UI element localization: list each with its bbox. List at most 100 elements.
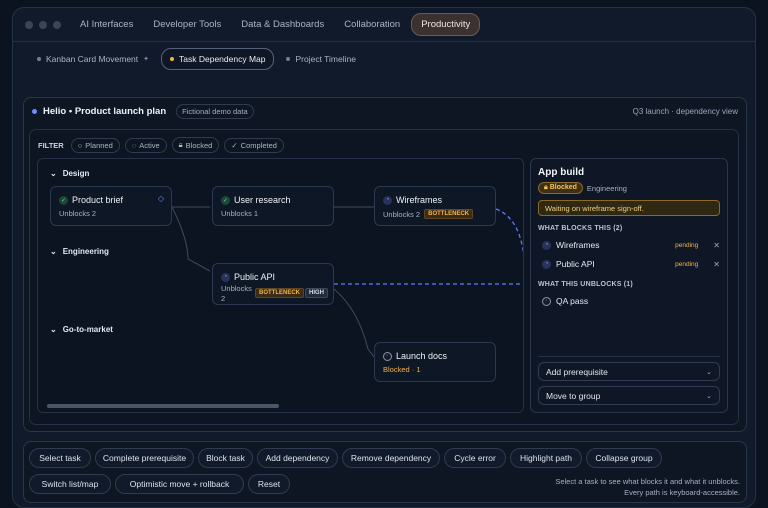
task-title: User research: [234, 195, 291, 205]
lock-icon: 🔒︎: [544, 184, 548, 191]
horizontal-scrollbar[interactable]: [47, 404, 279, 408]
select-task-button[interactable]: Select task: [29, 448, 91, 468]
subtab-label: Project Timeline: [295, 54, 356, 64]
action-bar: Select task Complete prerequisite Block …: [23, 441, 747, 503]
task-title: Product brief: [72, 195, 124, 205]
chevron-down-icon: ⌄: [706, 368, 712, 376]
pending-icon: ◦: [383, 351, 392, 361]
blocker-state: pending: [675, 260, 699, 268]
blocker-name: Public API: [556, 259, 595, 269]
complete-prerequisite-button[interactable]: Complete prerequisite: [95, 448, 194, 468]
tab-ai-interfaces[interactable]: AI Interfaces: [71, 14, 142, 35]
task-card-user-research[interactable]: ✓ User research Unblocks 1: [212, 186, 334, 226]
dot-icon: [37, 57, 41, 61]
filter-chip-label: Active: [139, 140, 160, 150]
check-icon: ✓: [59, 195, 68, 205]
task-unblocks: Unblocks 2: [383, 209, 421, 219]
edge-api-docs: [333, 288, 375, 358]
filter-planned[interactable]: ○ Planned: [70, 137, 120, 153]
move-to-group-select[interactable]: Move to group ⌄: [538, 386, 720, 405]
optimistic-move-button[interactable]: Optimistic move + rollback: [115, 474, 244, 494]
group-design[interactable]: ⌄ Design: [50, 169, 89, 178]
blocker-item[interactable]: ◔ Public API pending ✕: [542, 259, 720, 269]
add-prerequisite-select[interactable]: Add prerequisite ⌄: [538, 362, 720, 381]
sparkle-icon: ✦: [143, 56, 150, 63]
hint-line: Select a task to see what blocks it and …: [555, 477, 740, 486]
add-dependency-button[interactable]: Add dependency: [257, 448, 338, 468]
subtab-kanban[interactable]: Kanban Card Movement ✦: [29, 49, 157, 69]
blocked-note: Waiting on wireframe sign-off.: [538, 200, 720, 216]
chevron-down-icon: ⌄: [706, 392, 712, 400]
hint-line: Every path is keyboard-accessible.: [624, 488, 740, 497]
task-detail-panel: App build 🔒︎ Blocked Engineering Waiting…: [530, 158, 728, 413]
unblocks-label: Unblocks: [221, 284, 252, 293]
chevron-down-icon: ⌄: [50, 169, 57, 178]
filter-bar: FILTER ○ Planned ◌ Active 🔒︎ Blocked ✓ Compl…: [38, 137, 284, 153]
unblocks-item[interactable]: ◦ QA pass: [542, 296, 720, 306]
help-text: Select a task to see what blocks it and …: [555, 476, 740, 498]
task-card-public-api[interactable]: ◔ Public API Unblocks 2 BOTTLENECK HIGH: [212, 263, 334, 305]
edge-brief-api: [171, 206, 211, 272]
status-badge: 🔒︎ Blocked: [538, 182, 583, 194]
status-label: Blocked: [549, 184, 577, 191]
task-unblocks: Unblocks 2: [221, 284, 252, 304]
diamond-icon: ◇: [157, 194, 164, 203]
filter-active[interactable]: ◌ Active: [124, 137, 167, 153]
cycle-error-button[interactable]: Cycle error: [444, 448, 506, 468]
group-go-to-market[interactable]: ⌄ Go-to-market: [50, 325, 113, 334]
check-icon: ✓: [221, 195, 230, 205]
edge-wireframes-appbuild: [495, 208, 523, 255]
tab-developer-tools[interactable]: Developer Tools: [144, 14, 230, 35]
close-icon[interactable]: ✕: [713, 260, 720, 269]
blocker-item[interactable]: ◔ Wireframes pending ✕: [542, 240, 720, 250]
switch-list-map-button[interactable]: Switch list/map: [29, 474, 111, 494]
unblocks-name: QA pass: [556, 296, 589, 306]
close-icon[interactable]: ✕: [713, 241, 720, 250]
task-card-product-brief[interactable]: ✓ Product brief Unblocks 2 ◇: [50, 186, 172, 226]
chevron-down-icon: ⌄: [50, 325, 57, 334]
subtab-label: Kanban Card Movement: [46, 54, 139, 64]
panel-title: Helio • Product launch plan Fictional de…: [32, 104, 254, 119]
detail-status-row: 🔒︎ Blocked Engineering: [538, 182, 627, 194]
group-label: Design: [62, 169, 90, 178]
task-title: Public API: [234, 272, 276, 282]
collapse-group-button[interactable]: Collapse group: [586, 448, 662, 468]
filter-completed[interactable]: ✓ Completed: [224, 137, 284, 153]
dependency-canvas[interactable]: ⌄ Design ⌄ Engineering ⌄ Go-to-market ✓ Prod…: [37, 158, 524, 413]
progress-icon: ◔: [542, 259, 551, 269]
filter-chip-label: Planned: [85, 140, 113, 150]
priority-badge: HIGH: [305, 288, 328, 298]
filter-chip-label: Blocked: [185, 140, 213, 150]
subtab-project-timeline[interactable]: Project Timeline: [278, 49, 363, 69]
highlight-path-button[interactable]: Highlight path: [510, 448, 582, 468]
project-name: Helio • Product launch plan: [43, 106, 167, 117]
dot-icon: [286, 57, 291, 61]
remove-dependency-button[interactable]: Remove dependency: [342, 448, 440, 468]
top-nav: AI Interfaces Developer Tools Data & Das…: [13, 8, 755, 42]
select-label: Add prerequisite: [546, 366, 608, 377]
progress-icon: ◔: [221, 272, 230, 282]
task-title: Wireframes: [396, 195, 443, 205]
block-task-button[interactable]: Block task: [198, 448, 253, 468]
view-label: Q3 launch · dependency view: [632, 107, 738, 116]
tab-data-dashboards[interactable]: Data & Dashboards: [232, 14, 333, 35]
task-unblocks: Unblocks 2: [59, 209, 97, 218]
circle-icon: ○: [77, 140, 83, 150]
filter-blocked[interactable]: 🔒︎ Blocked: [171, 137, 220, 153]
subtab-dependency-map[interactable]: Task Dependency Map: [161, 48, 275, 70]
group-label: Go-to-market: [62, 325, 113, 334]
task-unblocks: Unblocks 1: [221, 209, 259, 218]
divider: [538, 356, 720, 357]
filter-chip-label: Completed: [240, 140, 277, 150]
unblocks-heading: WHAT THIS UNBLOCKS (1): [538, 281, 633, 288]
unblocks-count: 2: [221, 294, 226, 303]
blockers-heading: WHAT BLOCKS THIS (2): [538, 225, 623, 232]
reset-button[interactable]: Reset: [248, 474, 290, 494]
filter-label: FILTER: [38, 140, 64, 150]
task-card-wireframes[interactable]: ◔ Wireframes Unblocks 2 BOTTLENECK: [374, 186, 496, 226]
task-blocked-count: Blocked · 1: [383, 365, 421, 374]
task-card-launch-docs[interactable]: ◦ Launch docs Blocked · 1: [374, 342, 496, 382]
tab-collaboration[interactable]: Collaboration: [335, 14, 409, 35]
group-engineering[interactable]: ⌄ Engineering: [50, 247, 109, 256]
tab-productivity[interactable]: Productivity: [411, 13, 481, 36]
